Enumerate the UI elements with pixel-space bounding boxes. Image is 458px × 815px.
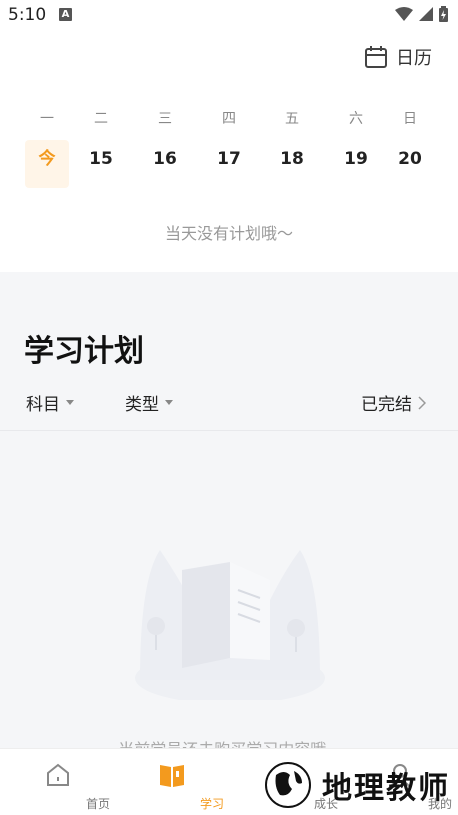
book-icon <box>160 765 184 787</box>
nav-label: 首页 <box>85 797 110 811</box>
weekday-label: 二 <box>94 111 108 127</box>
type-filter-label: 类型 <box>125 395 159 415</box>
completed-filter[interactable]: 已完结 <box>361 390 426 415</box>
date-row: 今 15 16 17 18 19 20 <box>0 140 458 188</box>
nav-label: 学习 <box>199 797 224 811</box>
status-bar: 5:10 A <box>0 0 458 30</box>
home-icon <box>47 763 69 786</box>
subject-filter[interactable]: 科目 <box>26 390 74 415</box>
weekday-label: 四 <box>222 111 236 127</box>
chevron-right-icon <box>418 395 426 410</box>
weekday-label: 六 <box>349 111 363 127</box>
weekday-label: 一 <box>40 111 54 127</box>
date-cell[interactable]: 17 <box>207 140 251 188</box>
date-cell[interactable]: 16 <box>143 140 187 188</box>
dropdown-caret-icon <box>66 400 74 405</box>
date-cell[interactable]: 19 <box>334 140 378 188</box>
weekday-label: 三 <box>158 111 172 127</box>
divider <box>0 430 458 431</box>
calendar-button[interactable]: 日历 <box>364 44 432 70</box>
weekday-label: 日 <box>403 111 417 127</box>
weekday-row: 一 二 三 四 五 六 日 <box>0 108 458 128</box>
weekday-label: 五 <box>285 111 299 127</box>
wifi-icon <box>395 7 413 21</box>
notification-icon: A <box>59 8 72 21</box>
date-cell[interactable]: 18 <box>270 140 314 188</box>
page-title: 学习计划 <box>24 334 144 369</box>
watermark-text: 地理教师 <box>322 771 450 806</box>
nav-item-study[interactable]: 学习 <box>132 749 224 815</box>
nav-item-home[interactable]: 首页 <box>18 749 110 815</box>
date-cell[interactable]: 20 <box>388 140 432 188</box>
status-icons <box>395 6 448 22</box>
empty-state-illustration <box>135 550 325 700</box>
globe-logo-icon <box>265 762 311 808</box>
date-cell[interactable]: 15 <box>79 140 123 188</box>
filter-row: 科目 类型 已完结 <box>0 390 458 420</box>
completed-filter-label: 已完结 <box>361 395 412 415</box>
no-plan-message: 当天没有计划哦～ <box>164 224 293 243</box>
calendar-icon <box>365 46 387 68</box>
calendar-label: 日历 <box>396 48 432 69</box>
dropdown-caret-icon <box>165 400 173 405</box>
watermark: 地理教师 <box>262 756 458 814</box>
date-today[interactable]: 今 <box>25 140 69 188</box>
type-filter[interactable]: 类型 <box>125 390 173 415</box>
subject-filter-label: 科目 <box>26 395 60 415</box>
signal-icon <box>419 7 433 21</box>
status-time: 5:10 <box>8 5 47 25</box>
battery-icon <box>439 6 448 22</box>
